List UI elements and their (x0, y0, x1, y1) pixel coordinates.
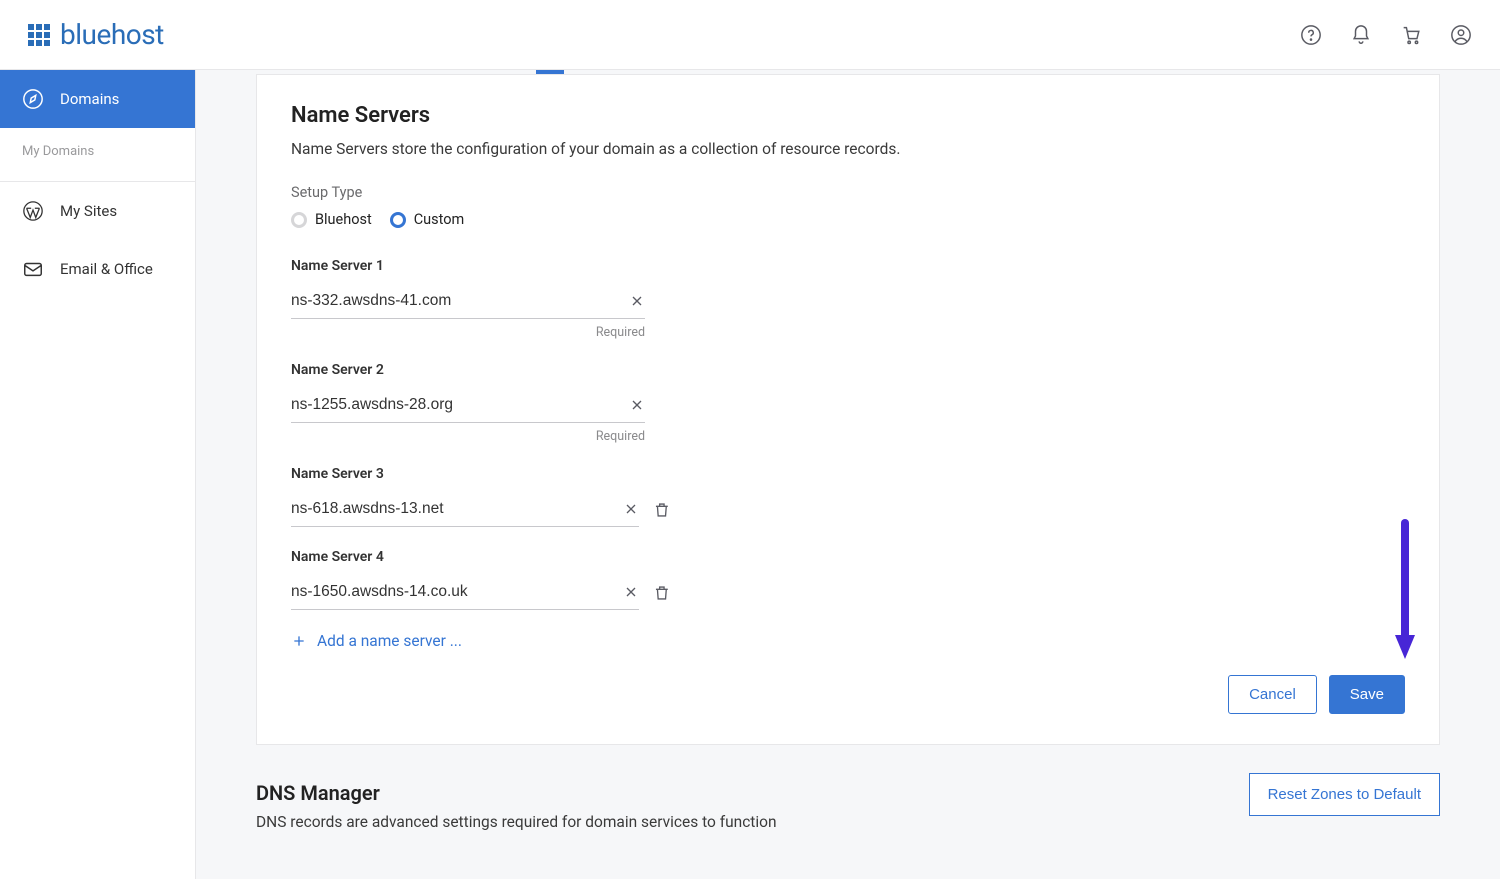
radio-label: Custom (414, 211, 465, 228)
sidebar-item-label: My Sites (60, 202, 117, 220)
nameserver-group-4: Name Server 4 (291, 549, 671, 610)
nameserver-input-wrap (291, 492, 639, 527)
cancel-button[interactable]: Cancel (1228, 675, 1317, 714)
sidebar-item-label: Email & Office (60, 260, 153, 278)
wordpress-icon (22, 200, 44, 222)
nameserver-input-wrap (291, 388, 645, 423)
add-nameserver-button[interactable]: Add a name server ... (291, 632, 462, 650)
brand-text: bluehost (60, 18, 164, 51)
card-description: Name Servers store the configuration of … (291, 140, 1405, 158)
nameserver-input-wrap (291, 575, 639, 610)
nameserver-input-3[interactable] (291, 500, 623, 518)
setup-type-radio-group: Bluehost Custom (291, 211, 1405, 228)
radio-custom[interactable]: Custom (390, 211, 465, 228)
nameserver-group-3: Name Server 3 (291, 466, 671, 527)
sidebar: Domains My Domains My Sites Email & Offi… (0, 70, 196, 879)
form-actions: Cancel Save (291, 675, 1405, 714)
trash-icon[interactable] (653, 501, 671, 519)
mail-icon (22, 258, 44, 280)
sidebar-item-mysites[interactable]: My Sites (0, 182, 195, 240)
nameserver-group-1: Name Server 1 Required (291, 258, 671, 340)
nameserver-input-1[interactable] (291, 292, 629, 310)
card-title: Name Servers (291, 103, 1405, 128)
main-content: Name Servers Name Servers store the conf… (196, 70, 1500, 879)
nameserver-label: Name Server 2 (291, 362, 671, 378)
plus-icon (291, 633, 307, 649)
bell-icon[interactable] (1350, 24, 1372, 46)
setup-type-label: Setup Type (291, 184, 1405, 201)
trash-icon[interactable] (653, 584, 671, 602)
compass-icon (22, 88, 44, 110)
help-icon[interactable] (1300, 24, 1322, 46)
add-nameserver-label: Add a name server ... (317, 632, 462, 650)
required-helper: Required (291, 429, 645, 444)
radio-label: Bluehost (315, 211, 372, 228)
radio-bluehost[interactable]: Bluehost (291, 211, 372, 228)
nameserver-input-wrap (291, 284, 645, 319)
clear-icon[interactable] (629, 397, 645, 413)
sidebar-item-label: Domains (60, 90, 119, 108)
sidebar-item-email[interactable]: Email & Office (0, 240, 195, 298)
nameservers-card: Name Servers Name Servers store the conf… (256, 74, 1440, 745)
header-actions (1300, 24, 1472, 46)
dns-description: DNS records are advanced settings requir… (256, 813, 856, 831)
clear-icon[interactable] (629, 293, 645, 309)
sidebar-item-domains[interactable]: Domains (0, 70, 195, 128)
nameserver-label: Name Server 4 (291, 549, 671, 565)
nameserver-label: Name Server 1 (291, 258, 671, 274)
cart-icon[interactable] (1400, 24, 1422, 46)
radio-dot-icon (291, 212, 307, 228)
nameserver-input-2[interactable] (291, 396, 629, 414)
save-button[interactable]: Save (1329, 675, 1405, 714)
clear-icon[interactable] (623, 584, 639, 600)
sidebar-sub-mydomains[interactable]: My Domains (0, 128, 195, 182)
dns-manager-section: Reset Zones to Default DNS Manager DNS r… (256, 773, 1440, 831)
nameserver-label: Name Server 3 (291, 466, 671, 482)
radio-dot-icon (390, 212, 406, 228)
reset-zones-button[interactable]: Reset Zones to Default (1249, 773, 1440, 816)
account-icon[interactable] (1450, 24, 1472, 46)
nameserver-input-4[interactable] (291, 583, 623, 601)
clear-icon[interactable] (623, 501, 639, 517)
required-helper: Required (291, 325, 645, 340)
annotation-arrow (1395, 519, 1415, 663)
top-header: bluehost (0, 0, 1500, 70)
brand-grid-icon (28, 24, 50, 46)
nameserver-group-2: Name Server 2 Required (291, 362, 671, 444)
brand-logo[interactable]: bluehost (28, 18, 164, 51)
